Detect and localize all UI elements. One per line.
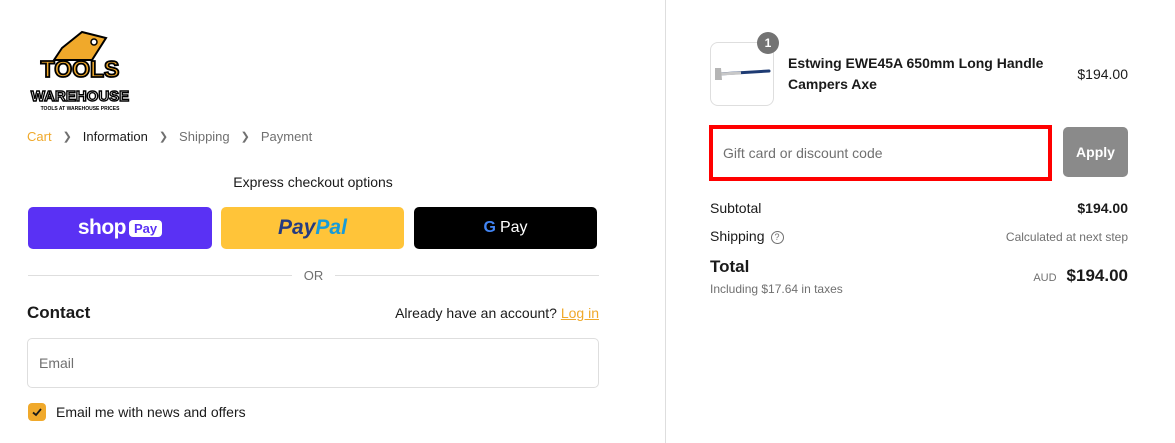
chevron-right-icon: ❯	[240, 131, 250, 143]
total-amount: AUD $194.00	[1033, 266, 1128, 286]
product-price: $194.00	[1077, 66, 1128, 82]
or-line-right	[335, 275, 599, 276]
subtotal-label: Subtotal	[710, 200, 762, 216]
currency-code: AUD	[1033, 272, 1057, 284]
shop-pay-button[interactable]: shop Pay	[28, 207, 212, 249]
breadcrumb: Cart ❯ Information ❯ Shipping ❯ Payment	[27, 129, 312, 144]
checkout-page: TOOLS WAREHOUSE TOOLS AT WAREHOUSE PRICE…	[0, 0, 1175, 443]
shop-pay-word: shop	[77, 216, 127, 239]
breadcrumb-cart[interactable]: Cart	[27, 129, 52, 144]
login-link[interactable]: Log in	[561, 305, 599, 321]
tools-warehouse-logo[interactable]: TOOLS WAREHOUSE TOOLS AT WAREHOUSE PRICE…	[30, 30, 130, 112]
check-icon	[32, 408, 42, 417]
breadcrumb-payment: Payment	[260, 129, 313, 144]
chevron-right-icon: ❯	[158, 131, 169, 143]
newsletter-option[interactable]: Email me with news and offers	[28, 403, 246, 421]
quantity-badge: 1	[757, 32, 779, 54]
google-pay-label: Pay	[499, 219, 528, 236]
subtotal-value: $194.00	[1077, 200, 1128, 216]
apply-button[interactable]: Apply	[1063, 127, 1128, 177]
shipping-value: Calculated at next step	[1005, 230, 1128, 244]
google-g-icon: G	[483, 219, 496, 236]
logo-text-tools: TOOLS	[41, 56, 120, 82]
logo-tagline: TOOLS AT WAREHOUSE PRICES	[41, 106, 120, 112]
email-field[interactable]	[27, 338, 599, 388]
contact-heading: Contact	[27, 303, 91, 322]
breadcrumb-information: Information	[82, 129, 148, 144]
or-line-left	[28, 275, 292, 276]
discount-code-input[interactable]	[713, 129, 1048, 177]
help-icon[interactable]: ?	[770, 230, 784, 244]
total-label: Total	[710, 257, 750, 276]
tax-note: Including $17.64 in taxes	[710, 282, 843, 296]
shipping-row: Shipping?	[710, 228, 784, 244]
paypal-logo-part2: Pal	[315, 216, 347, 239]
shop-pay-badge: Pay	[129, 219, 163, 237]
total-value: $194.00	[1066, 266, 1128, 285]
paypal-button[interactable]: Pay Pal	[221, 207, 404, 249]
newsletter-label: Email me with news and offers	[56, 404, 246, 420]
chevron-right-icon: ❯	[62, 131, 72, 143]
product-name: Estwing EWE45A 650mm Long Handle Campers…	[788, 55, 1044, 92]
paypal-logo-part1: Pay	[278, 216, 316, 239]
or-text: OR	[303, 268, 324, 283]
express-checkout-title: Express checkout options	[233, 174, 393, 190]
breadcrumb-shipping: Shipping	[179, 129, 230, 144]
shipping-label: Shipping	[710, 228, 765, 244]
logo-text-warehouse: WAREHOUSE	[31, 88, 129, 105]
account-prompt-text: Already have an account?	[395, 305, 557, 321]
discount-field-wrapper	[709, 125, 1052, 181]
account-prompt: Already have an account? Log in	[395, 305, 599, 321]
or-divider: OR	[28, 268, 599, 283]
newsletter-checkbox[interactable]	[28, 403, 46, 421]
column-divider	[665, 0, 666, 443]
google-pay-button[interactable]: G Pay	[414, 207, 597, 249]
